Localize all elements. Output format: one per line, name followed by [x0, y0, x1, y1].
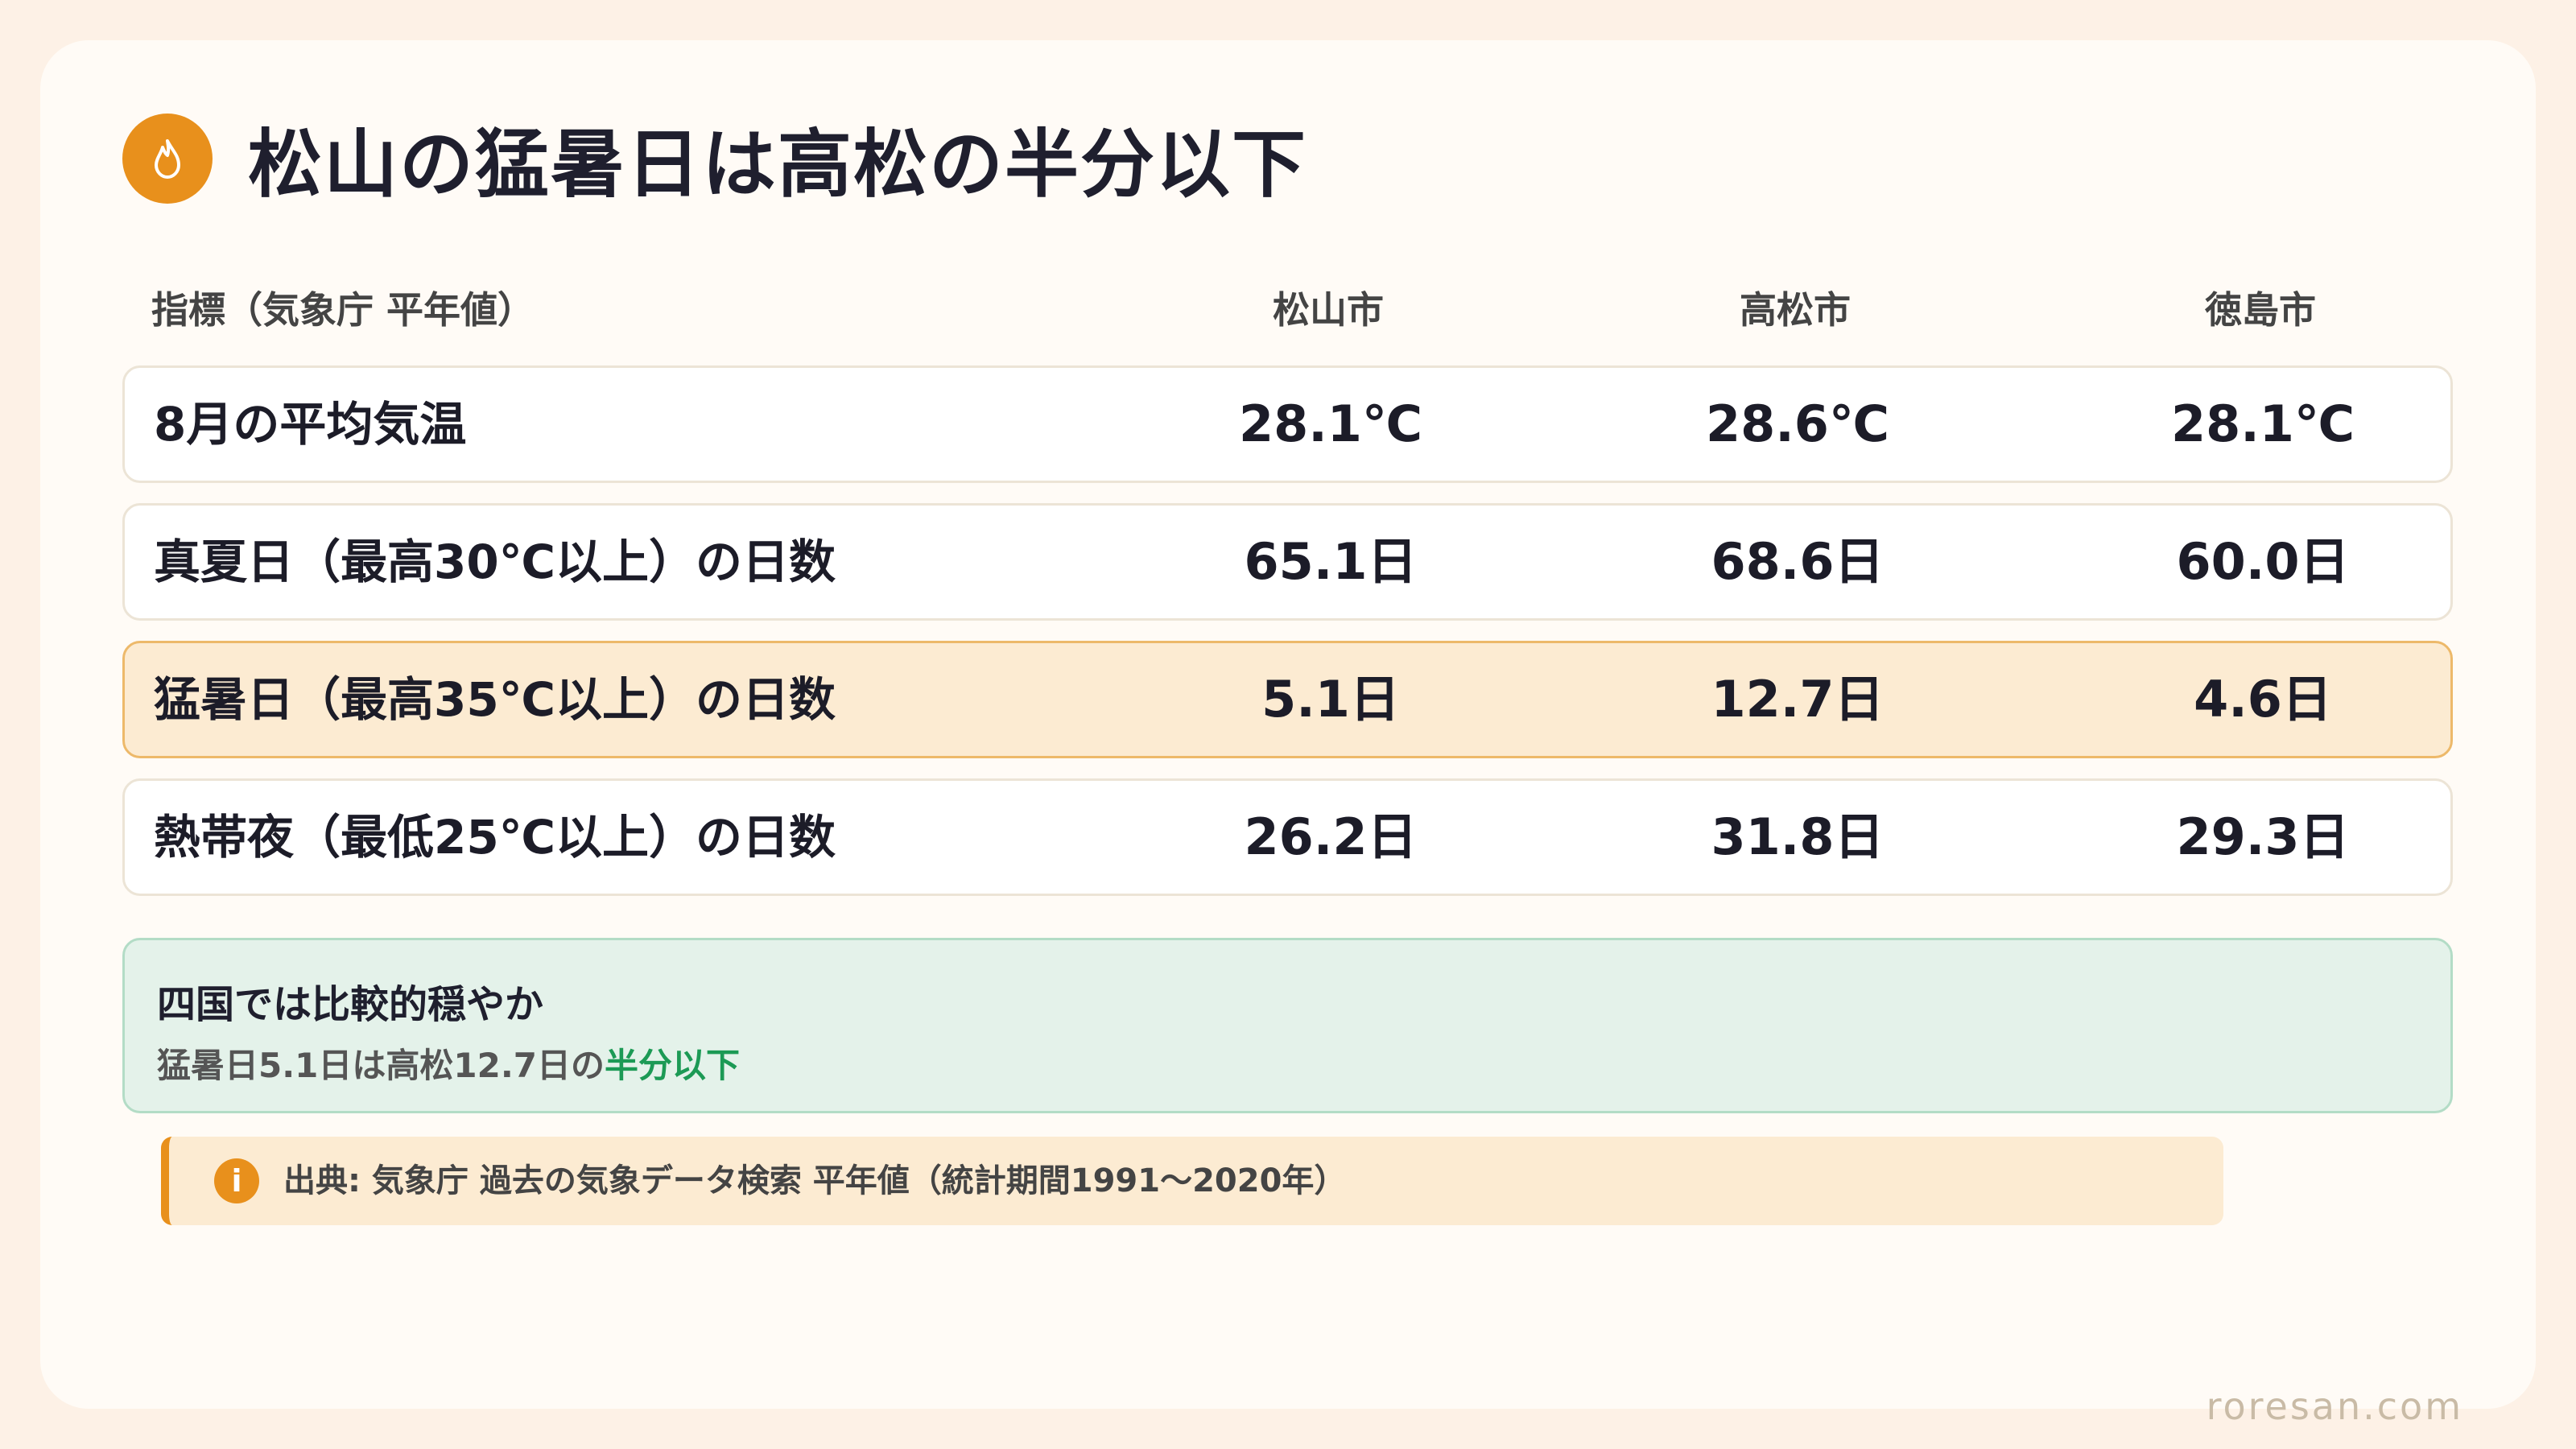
table-body: 8月の平均気温 28.1℃ 28.6℃ 28.1℃ 真夏日（最高30℃以上）の日… — [122, 365, 2453, 916]
table-row: 真夏日（最高30℃以上）の日数 65.1日 68.6日 60.0日 — [122, 503, 2453, 621]
page-title: 松山の猛暑日は高松の半分以下 — [248, 122, 1308, 208]
value-takamatsu: 28.6℃ — [1705, 394, 1890, 453]
value-tokushima: 29.3日 — [2176, 807, 2350, 866]
row-label: 猛暑日（最高35℃以上）の日数 — [154, 672, 836, 727]
info-icon: i — [214, 1158, 259, 1203]
value-tokushima: 60.0日 — [2176, 532, 2350, 591]
column-header-tokushima: 徳島市 — [2205, 288, 2316, 332]
value-matsuyama: 5.1日 — [1261, 670, 1400, 729]
summary-text-main: 猛暑日5.1日は高松12.7日の — [157, 1046, 605, 1085]
summary-box: 四国では比較的穏やか 猛暑日5.1日は高松12.7日の半分以下 — [122, 938, 2453, 1113]
row-label: 8月の平均気温 — [154, 397, 467, 452]
value-tokushima: 28.1℃ — [2170, 394, 2355, 453]
summary-text: 猛暑日5.1日は高松12.7日の半分以下 — [157, 1038, 740, 1088]
main-card: 松山の猛暑日は高松の半分以下 指標（気象庁 平年値） 松山市 高松市 徳島市 8… — [40, 40, 2536, 1428]
row-label: 真夏日（最高30℃以上）の日数 — [154, 535, 836, 589]
value-matsuyama: 28.1℃ — [1238, 394, 1423, 453]
value-matsuyama: 26.2日 — [1244, 807, 1418, 866]
table-header: 指標（気象庁 平年値） 松山市 高松市 徳島市 — [122, 274, 2453, 346]
summary-accent: 半分以下 — [605, 1046, 741, 1085]
table-row: 熱帯夜（最低25℃以上）の日数 26.2日 31.8日 29.3日 — [122, 778, 2453, 896]
source-text: 出典: 気象庁 過去の気象データ検索 平年値（統計期間1991〜2020年） — [283, 1162, 1347, 1199]
column-header-matsuyama: 松山市 — [1273, 288, 1384, 332]
value-matsuyama: 65.1日 — [1244, 532, 1418, 591]
header-label: 指標（気象庁 平年値） — [151, 288, 535, 332]
summary-title: 四国では比較的穏やか — [157, 982, 544, 1027]
column-header-takamatsu: 高松市 — [1740, 288, 1851, 332]
brand-watermark: roresan.com — [2206, 1385, 2463, 1428]
value-takamatsu: 12.7日 — [1711, 670, 1885, 729]
table-row: 8月の平均気温 28.1℃ 28.6℃ 28.1℃ — [122, 365, 2453, 483]
value-takamatsu: 31.8日 — [1711, 807, 1885, 866]
table-row-highlighted: 猛暑日（最高35℃以上）の日数 5.1日 12.7日 4.6日 — [122, 641, 2453, 758]
value-takamatsu: 68.6日 — [1711, 532, 1885, 591]
title-row: 松山の猛暑日は高松の半分以下 — [122, 105, 1307, 212]
flame-icon — [122, 113, 213, 204]
value-tokushima: 4.6日 — [2194, 670, 2332, 729]
source-note: i 出典: 気象庁 過去の気象データ検索 平年値（統計期間1991〜2020年） — [161, 1137, 2223, 1225]
row-label: 熱帯夜（最低25℃以上）の日数 — [154, 810, 836, 865]
